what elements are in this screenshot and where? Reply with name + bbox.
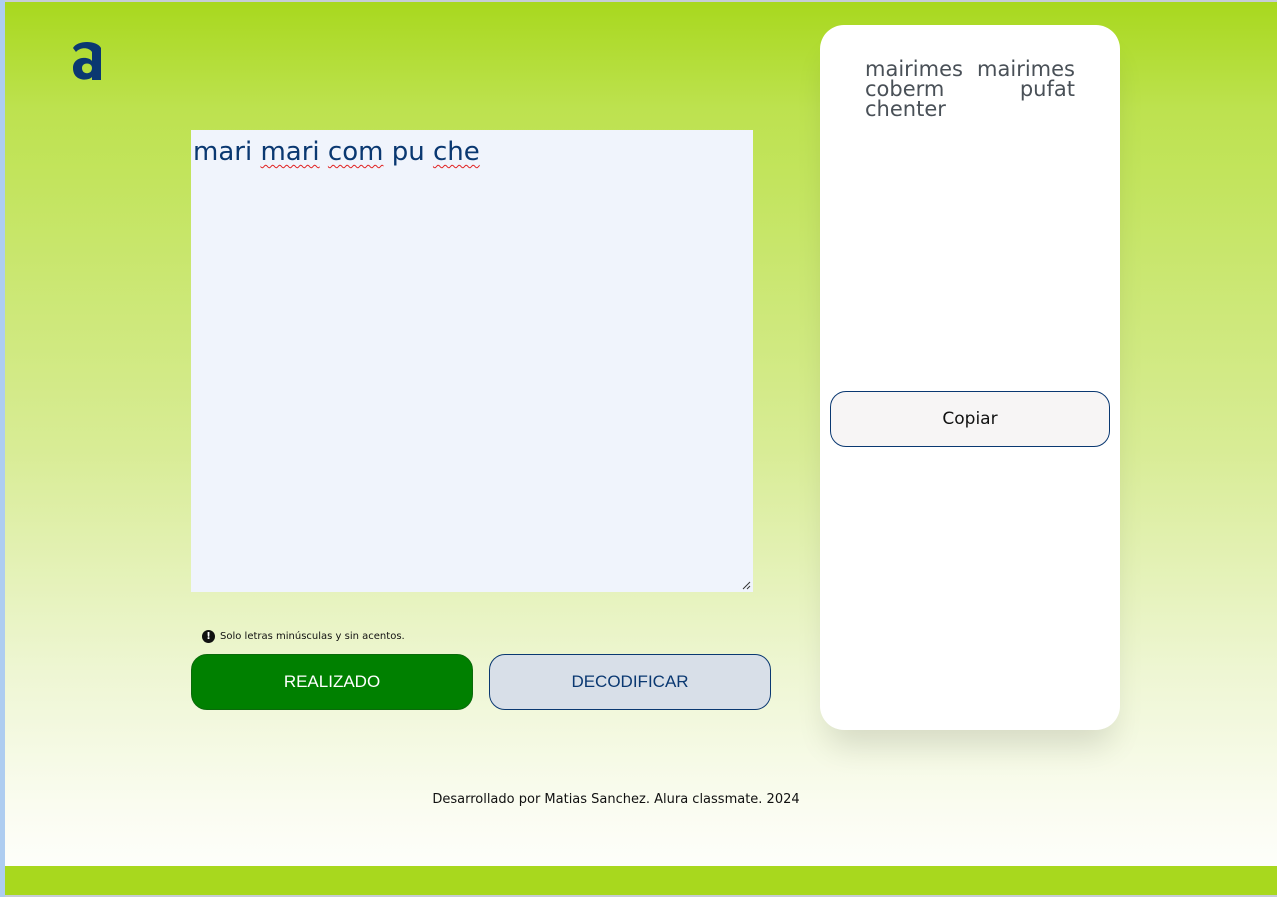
alura-logo-icon[interactable] xyxy=(67,34,107,88)
copy-button[interactable]: Copiar xyxy=(830,391,1110,447)
hint-text: Solo letras minúsculas y sin acentos. xyxy=(220,631,405,642)
input-hint: ! Solo letras minúsculas y sin acentos. xyxy=(202,630,405,643)
decrypt-button[interactable]: DECODIFICAR xyxy=(489,654,771,710)
message-input[interactable]: mari mari com pu che xyxy=(191,130,753,592)
input-word: mari xyxy=(260,137,320,167)
footer-bar xyxy=(5,866,1277,895)
input-word: che xyxy=(432,137,480,167)
output-text: mairimes mairimes coberm pufat chenter xyxy=(865,57,1075,121)
encrypt-button[interactable]: REALIZADO xyxy=(191,654,473,710)
output-panel: mairimes mairimes coberm pufat chenter C… xyxy=(820,25,1120,730)
page: mari mari com pu che ! Solo letras minús… xyxy=(5,2,1277,895)
exclamation-circle-icon: ! xyxy=(202,630,215,643)
resize-handle-icon[interactable] xyxy=(742,581,751,590)
input-word: pu xyxy=(391,137,425,167)
footer-credit: Desarrollado por Matias Sanchez. Alura c… xyxy=(432,792,800,807)
input-word: com xyxy=(327,137,384,167)
input-word: mari xyxy=(193,137,253,167)
